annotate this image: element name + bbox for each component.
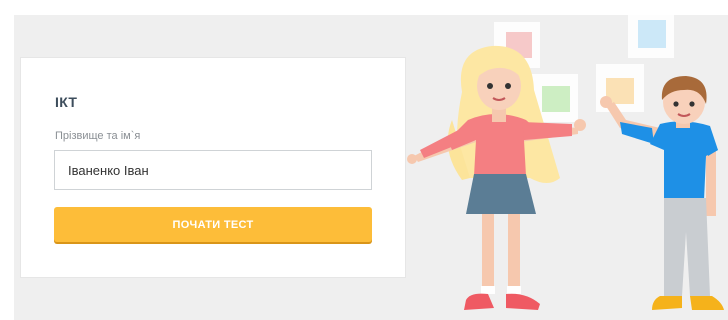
name-field-label: Прізвище та ім`я xyxy=(55,130,141,142)
login-card: ІКТ Прізвище та ім`я ПОЧАТИ ТЕСТ xyxy=(20,57,406,278)
test-title: ІКТ xyxy=(55,94,78,110)
name-input[interactable] xyxy=(54,150,372,190)
start-test-button[interactable]: ПОЧАТИ ТЕСТ xyxy=(54,207,372,242)
